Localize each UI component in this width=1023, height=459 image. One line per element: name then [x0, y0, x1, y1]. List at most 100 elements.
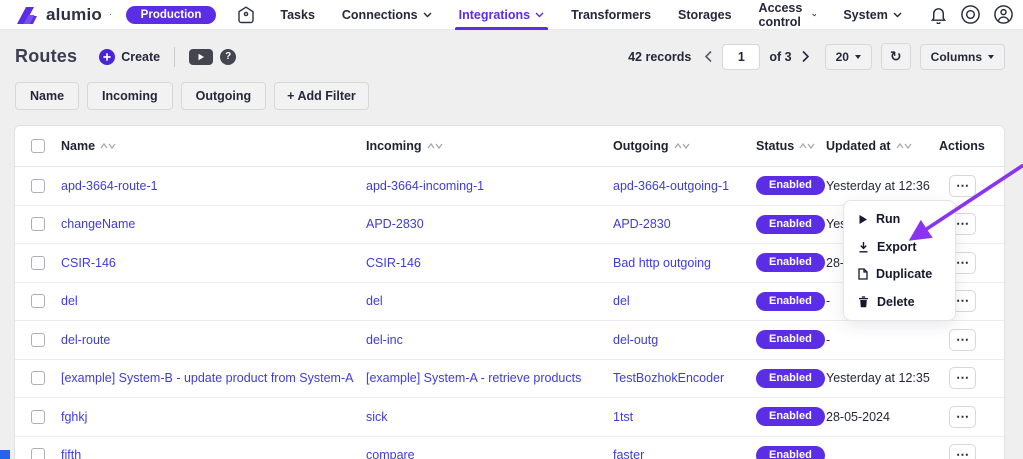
route-name-link[interactable]: fifth — [61, 448, 366, 459]
row-checkbox[interactable] — [31, 217, 45, 232]
select-all-checkbox[interactable] — [31, 139, 45, 153]
run-icon — [859, 214, 867, 224]
outgoing-link[interactable]: APD-2830 — [613, 217, 756, 231]
divider — [174, 46, 176, 67]
row-checkbox[interactable] — [31, 255, 45, 270]
incoming-link[interactable]: compare — [366, 448, 613, 459]
row-checkbox[interactable] — [31, 371, 45, 386]
add-filter-button[interactable]: + Add Filter — [274, 82, 369, 110]
record-count: 42 records — [628, 49, 692, 64]
bottom-left-blue-fragment — [0, 450, 10, 459]
outgoing-link[interactable]: del — [613, 294, 756, 308]
route-name-link[interactable]: fghkj — [61, 410, 366, 424]
outgoing-link[interactable]: 1tst — [613, 410, 756, 424]
route-name-link[interactable]: del — [61, 294, 366, 308]
page-size-select[interactable]: 20 — [824, 43, 872, 70]
menu-item-delete[interactable]: Delete — [844, 289, 955, 315]
table-row: del-route del-inc del-outg Enabled - ⋯ — [15, 321, 1004, 360]
refresh-icon: ↻ — [889, 48, 902, 64]
filter-chip-incoming[interactable]: Incoming — [87, 82, 173, 110]
caret-down-icon — [988, 54, 994, 59]
outgoing-link[interactable]: TestBozhokEncoder — [613, 371, 756, 385]
page-header: Routes Create ? 42 records of 3 20 ↻ Col… — [15, 43, 1005, 70]
outgoing-link[interactable]: apd-3664-outgoing-1 — [613, 179, 756, 193]
column-header-name[interactable]: Name — [61, 139, 366, 153]
column-header-incoming[interactable]: Incoming — [366, 139, 613, 153]
menu-item-export[interactable]: Export — [844, 234, 955, 260]
incoming-link[interactable]: apd-3664-incoming-1 — [366, 179, 613, 193]
route-name-link[interactable]: CSIR-146 — [61, 256, 366, 270]
nav-item-system[interactable]: System — [843, 0, 902, 30]
incoming-link[interactable]: del-inc — [366, 333, 613, 347]
nav-item-label: Storages — [678, 7, 732, 22]
nav-item-label: Integrations — [458, 7, 531, 22]
status-badge: Enabled — [756, 445, 825, 459]
support-button[interactable] — [960, 4, 981, 25]
nav-item-label: Connections — [341, 7, 418, 22]
main-nav: Tasks Connections Integrations Transform… — [280, 0, 928, 30]
row-checkbox[interactable] — [31, 294, 45, 309]
route-name-link[interactable]: changeName — [61, 217, 366, 231]
sort-icons[interactable] — [895, 142, 912, 150]
route-name-link[interactable]: apd-3664-route-1 — [61, 179, 366, 193]
outgoing-link[interactable]: Bad http outgoing — [613, 256, 756, 270]
nav-item-label: Tasks — [280, 7, 315, 22]
notifications-button[interactable] — [929, 5, 948, 24]
row-actions-button[interactable]: ⋯ — [949, 328, 976, 351]
updated-at-value: 28-05-2024 — [826, 409, 890, 424]
filter-chip-outgoing[interactable]: Outgoing — [180, 82, 267, 110]
sort-icons[interactable] — [99, 142, 116, 150]
row-actions-button[interactable]: ⋯ — [949, 405, 976, 428]
video-tutorial-button[interactable] — [189, 48, 214, 65]
columns-button[interactable]: Columns — [919, 43, 1005, 70]
account-button[interactable] — [993, 4, 1014, 25]
menu-item-run[interactable]: Run — [844, 206, 955, 232]
nav-item-integrations[interactable]: Integrations — [454, 0, 548, 30]
incoming-link[interactable]: sick — [366, 410, 613, 424]
alumio-logo[interactable]: alumio · — [14, 5, 112, 25]
sort-icons[interactable] — [798, 142, 815, 150]
route-name-link[interactable]: [example] System-B - update product from… — [61, 371, 366, 385]
nav-item-tasks[interactable]: Tasks — [280, 0, 315, 30]
column-header-status[interactable]: Status — [756, 139, 826, 153]
route-name-link[interactable]: del-route — [61, 333, 366, 347]
column-header-outgoing[interactable]: Outgoing — [613, 139, 756, 153]
incoming-link[interactable]: del — [366, 294, 613, 308]
nav-item-transformers[interactable]: Transformers — [571, 0, 651, 30]
outgoing-link[interactable]: faster — [613, 448, 756, 459]
help-button[interactable]: ? — [220, 48, 237, 65]
incoming-link[interactable]: CSIR-146 — [366, 256, 613, 270]
sort-icons[interactable] — [426, 142, 443, 150]
menu-item-duplicate[interactable]: Duplicate — [844, 261, 955, 287]
row-checkbox[interactable] — [31, 332, 45, 347]
nav-item-storages[interactable]: Storages — [678, 0, 732, 30]
row-checkbox[interactable] — [31, 178, 45, 193]
row-actions-button[interactable]: ⋯ — [949, 444, 976, 459]
table-row: [example] System-B - update product from… — [15, 360, 1004, 398]
home-button[interactable] — [236, 5, 256, 25]
row-checkbox[interactable] — [31, 448, 45, 459]
nav-item-access-control[interactable]: Access control — [759, 0, 817, 30]
row-actions-button[interactable]: ⋯ — [949, 174, 976, 197]
column-header-updated-at[interactable]: Updated at — [826, 139, 936, 153]
outgoing-link[interactable]: del-outg — [613, 333, 756, 347]
logo-wordmark: alumio — [46, 4, 102, 24]
incoming-link[interactable]: [example] System-A - retrieve products — [366, 371, 613, 385]
chevron-down-icon — [535, 12, 544, 18]
incoming-link[interactable]: APD-2830 — [366, 217, 613, 231]
next-page-button[interactable] — [801, 50, 810, 63]
prev-page-button[interactable] — [704, 50, 713, 63]
filter-chip-name[interactable]: Name — [15, 82, 80, 110]
row-actions-button[interactable]: ⋯ — [949, 367, 976, 390]
routes-page: { "topbar": { "logo_text": "alumio", "en… — [0, 0, 1023, 459]
topbar-icons — [929, 4, 1014, 25]
nav-item-connections[interactable]: Connections — [342, 0, 432, 30]
row-checkbox[interactable] — [31, 409, 45, 424]
nav-item-label: Transformers — [571, 7, 652, 22]
page-number-input[interactable] — [722, 43, 761, 70]
updated-at-value: - — [826, 332, 831, 347]
refresh-button[interactable]: ↻ — [880, 43, 911, 70]
column-header-actions: Actions — [939, 139, 985, 153]
create-button[interactable]: Create — [99, 48, 160, 65]
sort-icons[interactable] — [673, 142, 690, 150]
